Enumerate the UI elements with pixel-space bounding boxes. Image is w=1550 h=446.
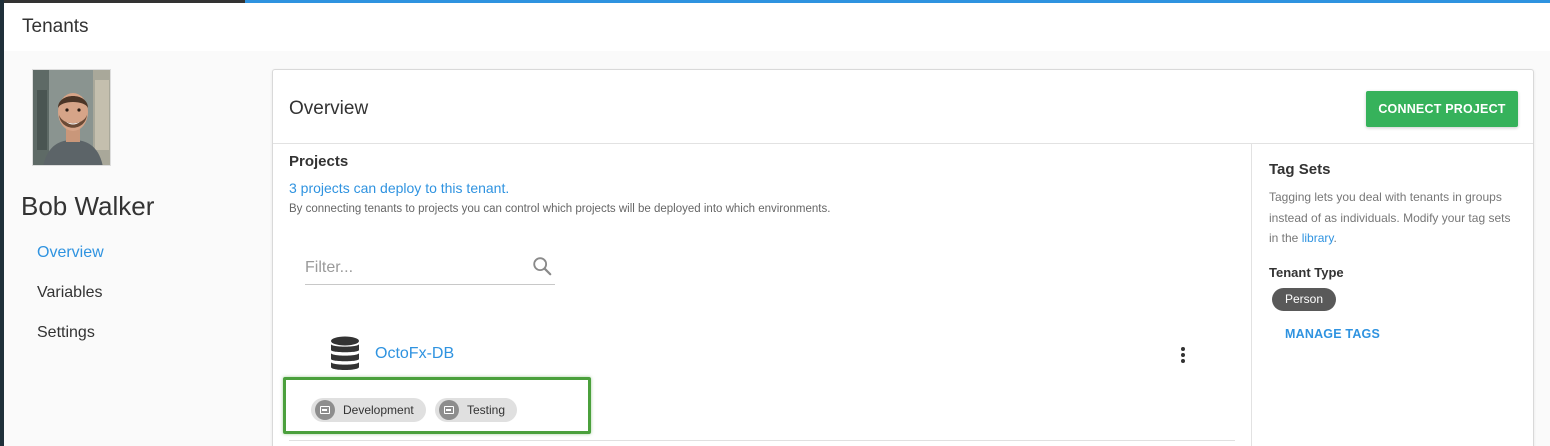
- filter-input[interactable]: [305, 253, 525, 283]
- sidebar-item-settings[interactable]: Settings: [37, 324, 95, 342]
- tenant-type-tag: Person: [1272, 288, 1337, 311]
- project-row-divider: [289, 440, 1235, 441]
- manage-tags-button[interactable]: MANAGE TAGS: [1285, 327, 1380, 341]
- project-list-item: OctoFx-DB Development Testing: [283, 328, 1235, 440]
- sidebar-item-variables[interactable]: Variables: [37, 284, 103, 302]
- overview-card: Overview CONNECT PROJECT Projects 3 proj…: [272, 69, 1534, 446]
- card-header-divider: [273, 143, 1533, 144]
- environment-chip-label: Development: [343, 403, 414, 417]
- filter-field: [305, 253, 555, 285]
- environment-icon: [439, 400, 459, 420]
- projects-heading: Projects: [289, 153, 349, 170]
- overview-title: Overview: [289, 98, 369, 119]
- connect-project-button[interactable]: CONNECT PROJECT: [1366, 91, 1518, 127]
- project-name-link[interactable]: OctoFx-DB: [375, 345, 454, 363]
- environment-chip-label: Testing: [467, 403, 506, 417]
- tag-sets-heading: Tag Sets: [1269, 161, 1331, 178]
- search-icon[interactable]: [531, 255, 553, 277]
- library-link[interactable]: library: [1302, 231, 1334, 245]
- page-title: Tenants: [22, 16, 89, 37]
- page-header: Tenants: [4, 3, 1550, 51]
- environment-icon: [315, 400, 335, 420]
- left-edge-rule: [0, 0, 4, 446]
- column-divider: [1251, 144, 1252, 446]
- tenant-type-heading: Tenant Type: [1269, 265, 1344, 280]
- database-icon: [331, 336, 359, 370]
- environment-chip-testing: Testing: [435, 398, 518, 422]
- sidebar-item-overview[interactable]: Overview: [37, 244, 104, 262]
- more-options-icon[interactable]: [1175, 345, 1191, 367]
- projects-description: By connecting tenants to projects you ca…: [289, 203, 831, 215]
- tag-sets-description-end: .: [1333, 231, 1337, 245]
- tenant-name: Bob Walker: [21, 191, 155, 221]
- environment-chip-development: Development: [311, 398, 426, 422]
- tenant-avatar: [32, 69, 111, 166]
- tag-sets-description: Tagging lets you deal with tenants in gr…: [1269, 187, 1519, 249]
- projects-count-text: 3 projects can deploy to this tenant.: [289, 180, 510, 196]
- avatar-photo: [33, 70, 110, 165]
